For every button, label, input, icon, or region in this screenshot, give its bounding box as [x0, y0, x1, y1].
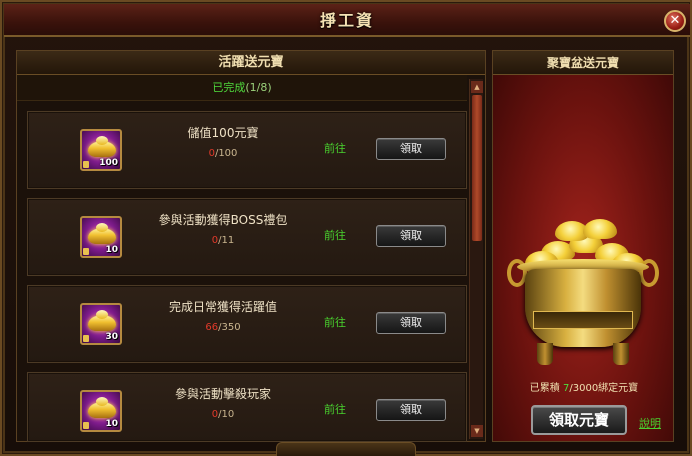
explain-link[interactable]: 說明 [639, 415, 661, 431]
gold-ingot-icon: 100 [80, 129, 122, 171]
task-progress-total: /11 [218, 235, 235, 246]
bound-lock-icon [83, 161, 89, 168]
task-list-scrollbar[interactable]: ▲ ▼ [469, 79, 483, 439]
reward-quantity: 100 [99, 158, 118, 168]
accumulated-label: 已累積 [529, 383, 560, 394]
scroll-up-icon[interactable]: ▲ [471, 81, 483, 93]
completion-progress: 已完成(1/8) [17, 75, 467, 101]
active-rewards-panel: 活躍送元寶 已完成(1/8) 100 儲值100元寶 0/100 前往 領取 1… [16, 50, 486, 442]
active-rewards-header: 活躍送元寶 [17, 51, 485, 75]
task-item: 10 參與活動擊殺玩家 0/10 前往 領取 [27, 372, 467, 442]
completion-count: (1/8) [245, 81, 272, 94]
gold-ingot-icon: 10 [80, 216, 122, 258]
scroll-down-icon[interactable]: ▼ [471, 425, 483, 437]
title-bar: 掙工資 ✕ [4, 4, 690, 37]
task-progress-total: /100 [214, 148, 238, 159]
reward-quantity: 10 [105, 419, 118, 429]
claim-button[interactable]: 領取 [376, 312, 446, 334]
claim-ingots-button[interactable]: 領取元寶 [531, 405, 627, 435]
claim-button[interactable]: 領取 [376, 399, 446, 421]
accumulated-amount: 已累積 7/3000綁定元寶 [493, 379, 673, 394]
treasure-bowl-panel: 聚寶盆送元寶 已累積 7/3000綁定元寶 領取元寶 說明 [492, 50, 674, 442]
bound-lock-icon [83, 248, 89, 255]
task-name: 參與活動獲得BOSS禮包 [158, 213, 288, 227]
task-progress-total: /350 [218, 322, 241, 333]
task-name: 參與活動擊殺玩家 [174, 387, 271, 401]
task-item: 100 儲值100元寶 0/100 前往 領取 [27, 111, 467, 189]
bound-lock-icon [83, 335, 89, 342]
accumulated-total: /3000綁定元寶 [569, 383, 639, 394]
task-name: 儲值100元寶 [187, 126, 259, 140]
task-item: 10 參與活動獲得BOSS禮包 0/11 前往 領取 [27, 198, 467, 276]
goto-link[interactable]: 前往 [324, 401, 346, 417]
claim-button[interactable]: 領取 [376, 225, 446, 247]
task-name: 完成日常獲得活躍值 [168, 300, 277, 314]
goto-link[interactable]: 前往 [324, 314, 346, 330]
claim-button[interactable]: 領取 [376, 138, 446, 160]
task-progress: 0/11 [138, 235, 308, 246]
treasure-bowl-icon [507, 219, 659, 369]
goto-link[interactable]: 前往 [324, 227, 346, 243]
close-icon[interactable]: ✕ [664, 10, 686, 32]
task-progress: 66/350 [138, 322, 308, 333]
earn-wages-window: 掙工資 ✕ 活躍送元寶 已完成(1/8) 100 儲值100元寶 0/100 前… [0, 0, 692, 456]
task-progress-total: /10 [218, 409, 235, 420]
bottom-tab-handle [276, 442, 416, 456]
task-progress-current: 66 [205, 322, 219, 333]
gold-ingot-icon: 30 [80, 303, 122, 345]
task-progress: 0/100 [138, 148, 308, 159]
gold-ingot-icon: 10 [80, 390, 122, 432]
window-title: 掙工資 [319, 11, 374, 30]
reward-quantity: 30 [105, 332, 118, 342]
goto-link[interactable]: 前往 [324, 140, 346, 156]
treasure-bowl-header: 聚寶盆送元寶 [493, 51, 673, 75]
bound-lock-icon [83, 422, 89, 429]
completion-label: 已完成 [212, 81, 246, 94]
task-item: 30 完成日常獲得活躍值 66/350 前往 領取 [27, 285, 467, 363]
task-progress: 0/10 [138, 409, 308, 420]
scrollbar-thumb[interactable] [472, 95, 482, 241]
reward-quantity: 10 [105, 245, 118, 255]
